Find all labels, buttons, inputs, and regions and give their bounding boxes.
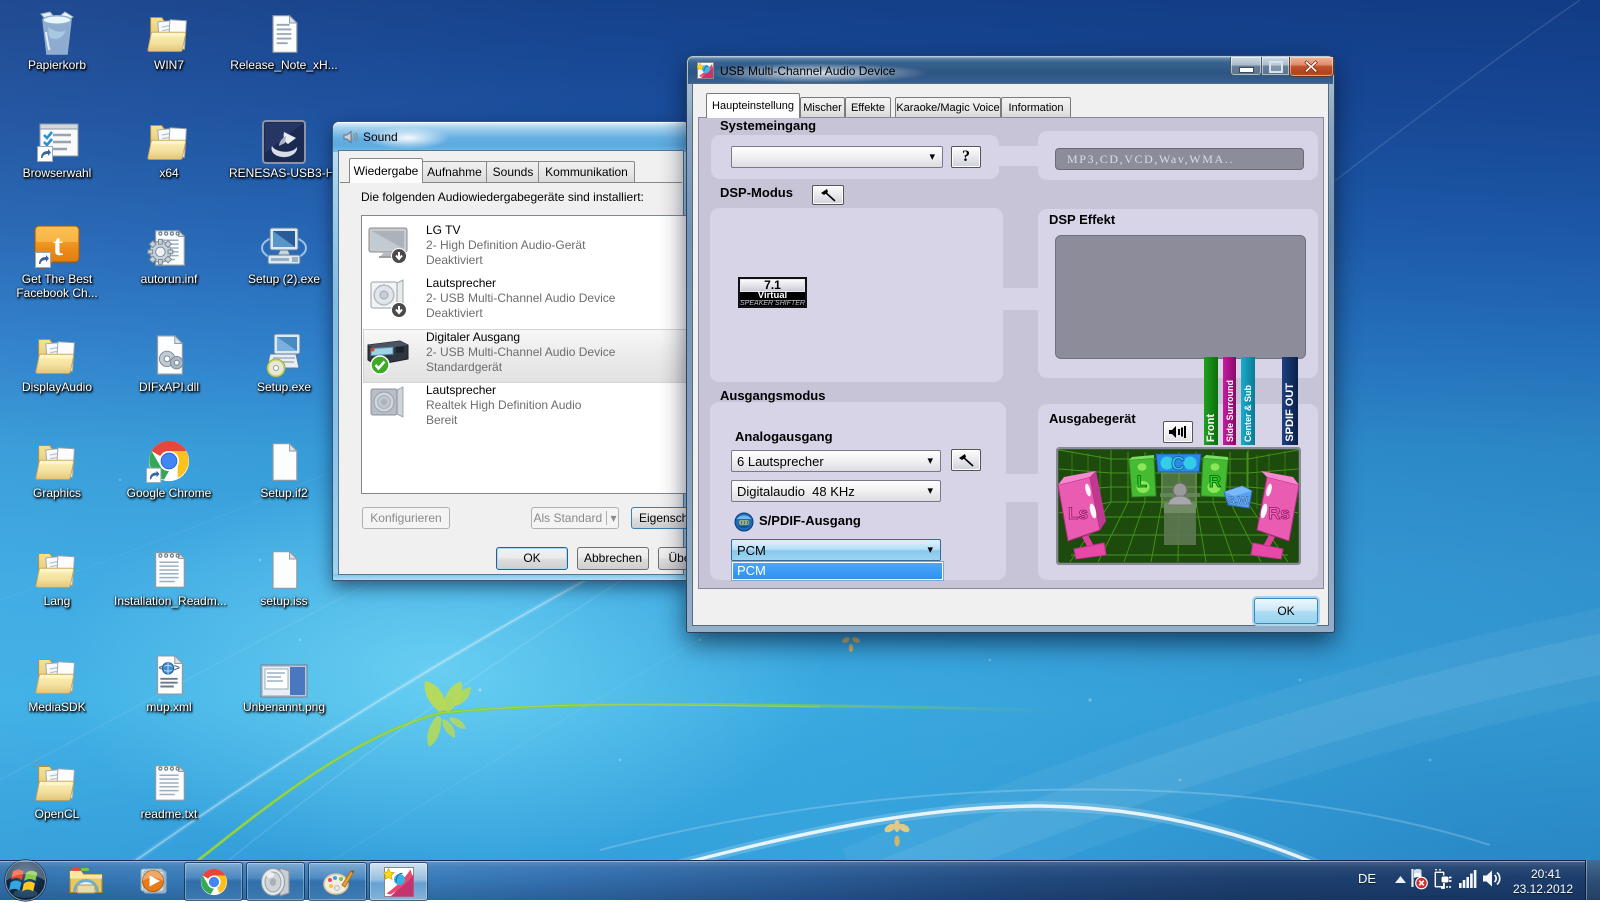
svg-text:>: >	[174, 663, 180, 675]
svg-text:Ls: Ls	[1068, 504, 1088, 523]
svg-text:C: C	[1171, 454, 1185, 475]
svg-text:L: L	[1137, 472, 1147, 491]
svg-text:t: t	[53, 229, 63, 262]
svg-text:S.W.: S.W.	[1227, 495, 1250, 507]
svg-text:Rs: Rs	[1268, 504, 1290, 523]
svg-text:R: R	[1209, 472, 1221, 491]
